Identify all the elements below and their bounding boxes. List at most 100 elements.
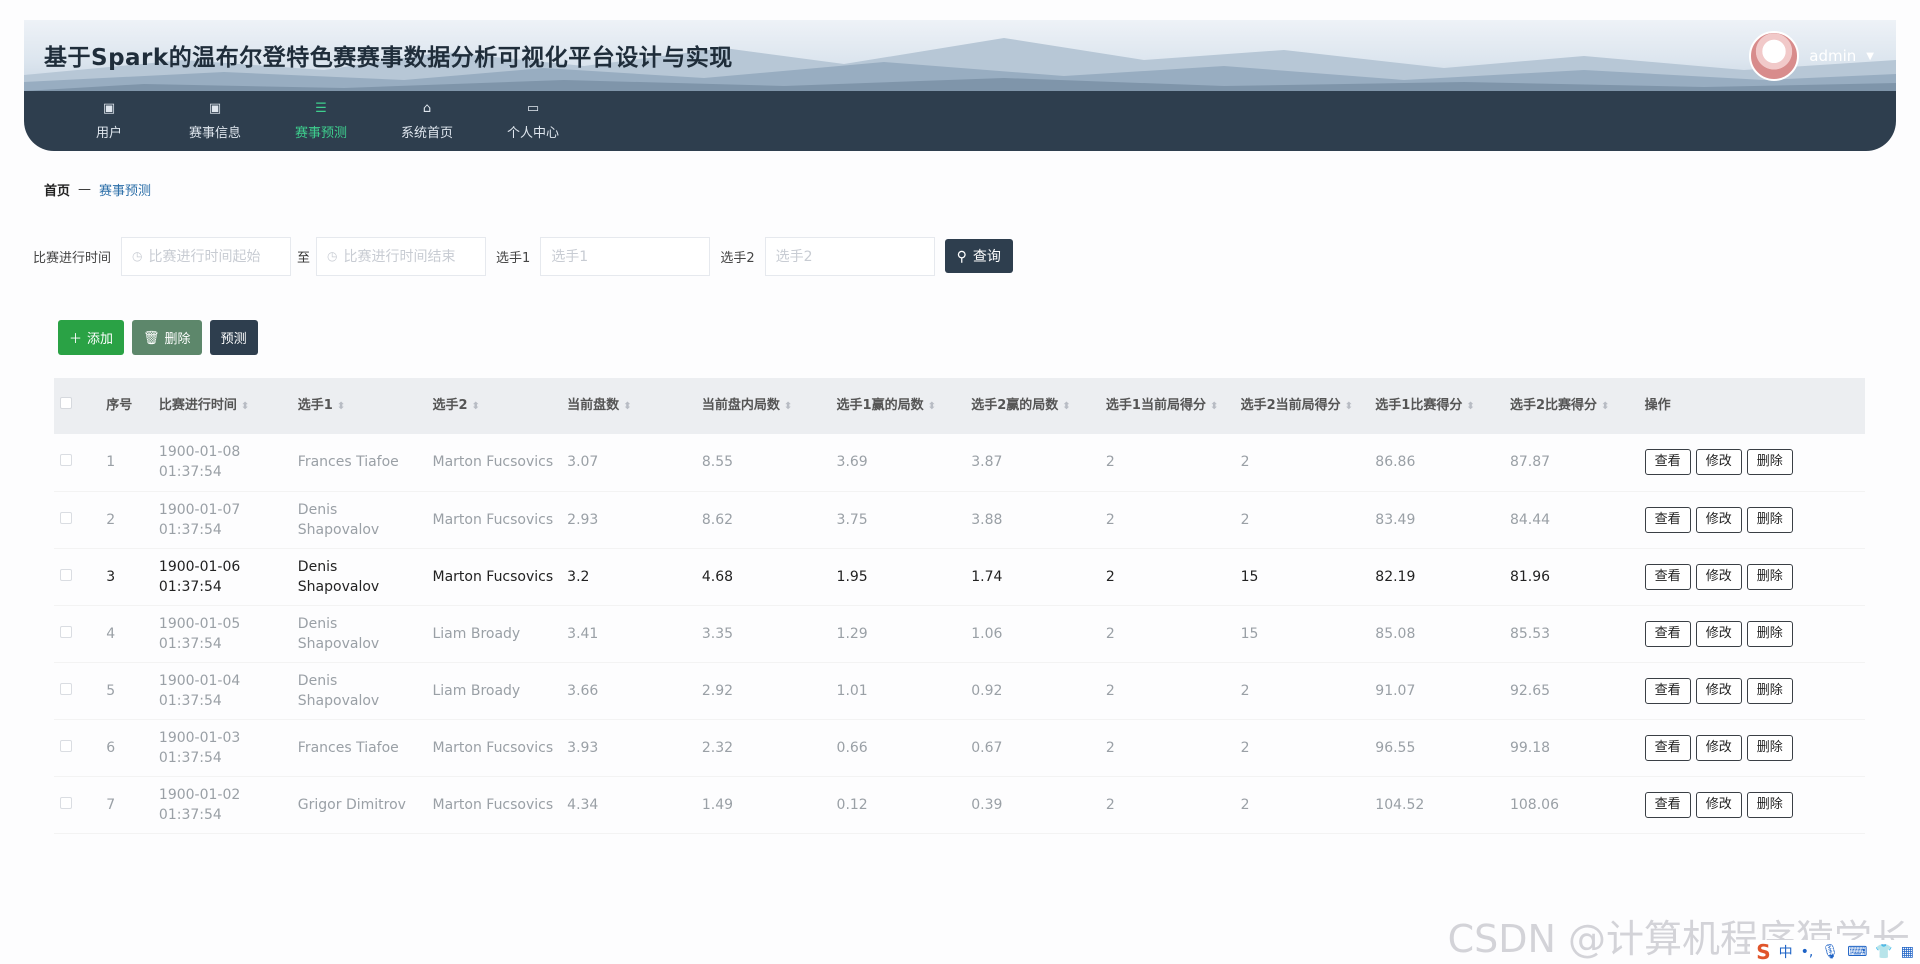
player1-input[interactable]: 选手1: [540, 236, 711, 276]
view-button[interactable]: 查看: [1644, 677, 1691, 704]
table-cell: 0.92: [971, 682, 1003, 699]
punctuation-icon[interactable]: •,: [1801, 944, 1814, 960]
col-header[interactable]: 选手1赢的局数 ⬍: [831, 378, 966, 434]
bulk-delete-button[interactable]: 🗑 删除: [132, 320, 202, 355]
nav-item-match-info[interactable]: ▣ 赛事信息: [162, 91, 268, 151]
header: 基于Spark的温布尔登特色赛赛事数据分析可视化平台设计与实现 admin ▼ …: [24, 20, 1896, 151]
player2-input[interactable]: 选手2: [764, 236, 935, 276]
breadcrumb-home[interactable]: 首页: [44, 180, 70, 199]
sogou-icon: S: [1756, 940, 1771, 964]
row-checkbox[interactable]: [60, 625, 72, 638]
sort-icon[interactable]: ⬍: [928, 401, 936, 412]
table-cell: 4.68: [701, 568, 734, 585]
edit-button[interactable]: 修改: [1695, 563, 1742, 590]
action-bar: ＋ 添加 🗑 删除 预测: [58, 320, 258, 355]
predict-button[interactable]: 预测: [209, 320, 258, 355]
end-time-input[interactable]: ◷ 比赛进行时间结束: [316, 236, 487, 276]
col-header[interactable]: 选手2比赛得分 ⬍: [1504, 378, 1639, 434]
delete-button[interactable]: 删除: [1746, 563, 1793, 590]
table-cell: Denis Shapovalov: [297, 501, 380, 538]
clock-icon: ◷: [327, 249, 338, 263]
sort-icon[interactable]: ⬍: [623, 401, 631, 412]
delete-button[interactable]: 删除: [1746, 620, 1793, 647]
view-button[interactable]: 查看: [1644, 563, 1691, 590]
col-header[interactable]: 当前盘数 ⬍: [561, 378, 696, 434]
user-menu[interactable]: admin ▼: [1749, 30, 1874, 82]
ime-lang[interactable]: 中: [1779, 942, 1793, 962]
col-header[interactable]: 选手1 ⬍: [292, 378, 427, 434]
col-header[interactable]: 选手2赢的局数 ⬍: [965, 378, 1100, 434]
col-header[interactable]: 选手2 ⬍: [426, 378, 561, 434]
edit-button[interactable]: 修改: [1695, 677, 1742, 704]
sliders-icon: ☰: [315, 100, 327, 116]
sort-icon[interactable]: ⬍: [337, 401, 345, 412]
row-checkbox[interactable]: [60, 796, 72, 809]
edit-button[interactable]: 修改: [1695, 506, 1742, 533]
sort-icon[interactable]: ⬍: [1062, 401, 1070, 412]
sort-icon[interactable]: ⬍: [1466, 401, 1474, 412]
nav-label: 系统首页: [400, 125, 453, 141]
edit-button[interactable]: 修改: [1695, 620, 1742, 647]
sort-icon[interactable]: ⬍: [784, 401, 792, 412]
sort-icon[interactable]: ⬍: [1345, 401, 1353, 412]
col-header[interactable]: 比赛进行时间 ⬍: [153, 378, 292, 434]
col-header[interactable]: 当前盘内局数 ⬍: [696, 378, 831, 434]
select-all-checkbox[interactable]: [60, 397, 72, 409]
delete-button[interactable]: 删除: [1746, 506, 1793, 533]
row-checkbox[interactable]: [60, 568, 72, 581]
skin-icon[interactable]: 👕: [1875, 944, 1892, 960]
table-row: 6 1900-01-03 01:37:54 Frances Tiafoe Marton…: [54, 719, 1865, 776]
edit-button[interactable]: 修改: [1695, 734, 1742, 761]
nav-label: 赛事预测: [294, 125, 347, 141]
edit-button[interactable]: 修改: [1695, 449, 1742, 476]
query-button[interactable]: ⚲ 查询: [944, 239, 1013, 273]
view-button[interactable]: 查看: [1644, 506, 1691, 533]
row-checkbox[interactable]: [60, 454, 72, 467]
table-cell: 7: [106, 796, 116, 813]
start-time-input[interactable]: ◷ 比赛进行时间起始: [121, 236, 292, 276]
table-cell: 86.86: [1375, 454, 1416, 471]
grid-icon[interactable]: ▦: [1901, 944, 1914, 960]
table-cell: 2: [1105, 625, 1115, 642]
table-cell: 3.69: [836, 454, 868, 471]
sort-icon[interactable]: ⬍: [472, 401, 480, 412]
keyboard-icon[interactable]: ⌨: [1847, 944, 1867, 960]
avatar[interactable]: [1749, 31, 1800, 81]
view-button[interactable]: 查看: [1644, 791, 1691, 818]
delete-button[interactable]: 删除: [1746, 734, 1793, 761]
nav-item-match-prediction[interactable]: ☰ 赛事预测: [268, 91, 374, 151]
view-button[interactable]: 查看: [1644, 620, 1691, 647]
nav-label: 赛事信息: [188, 125, 241, 141]
row-checkbox[interactable]: [60, 682, 72, 695]
col-header[interactable]: 选手2当前局得分 ⬍: [1235, 378, 1370, 434]
nav-item-users[interactable]: ▣ 用户: [56, 91, 162, 151]
main-nav: ▣ 用户 ▣ 赛事信息 ☰ 赛事预测 ⌂ 系统首页 ▭ 个人中心: [24, 91, 586, 151]
table-cell: 2.32: [701, 739, 734, 756]
user-name: admin: [1809, 47, 1857, 65]
breadcrumb: 首页 — 赛事预测: [44, 180, 151, 199]
sort-icon[interactable]: ⬍: [1601, 401, 1609, 412]
delete-button[interactable]: 删除: [1746, 449, 1793, 476]
col-header[interactable]: 选手1当前局得分 ⬍: [1100, 378, 1235, 434]
table-cell: Denis Shapovalov: [297, 672, 380, 709]
mic-icon[interactable]: 🎙: [1821, 944, 1839, 960]
delete-button[interactable]: 删除: [1746, 791, 1793, 818]
nav-item-profile[interactable]: ▭ 个人中心: [480, 91, 586, 151]
row-checkbox[interactable]: [60, 739, 72, 752]
table-cell: 99.18: [1509, 739, 1551, 756]
table-cell: Liam Broady: [432, 625, 521, 642]
view-button[interactable]: 查看: [1644, 449, 1691, 476]
nav-item-home[interactable]: ⌂ 系统首页: [374, 91, 480, 151]
table-cell: 8.62: [701, 511, 734, 528]
sort-icon[interactable]: ⬍: [1210, 401, 1218, 412]
sort-icon[interactable]: ⬍: [241, 401, 249, 412]
row-checkbox[interactable]: [60, 511, 72, 524]
add-button[interactable]: ＋ 添加: [58, 320, 125, 355]
delete-button[interactable]: 删除: [1746, 677, 1793, 704]
view-button[interactable]: 查看: [1644, 734, 1691, 761]
app-frame: 基于Spark的温布尔登特色赛赛事数据分析可视化平台设计与实现 admin ▼ …: [0, 0, 1920, 964]
col-header[interactable]: 选手1比赛得分 ⬍: [1369, 378, 1504, 434]
search-icon: ⚲: [956, 247, 967, 264]
table-cell: 1900-01-06 01:37:54: [158, 558, 241, 595]
edit-button[interactable]: 修改: [1695, 791, 1742, 818]
